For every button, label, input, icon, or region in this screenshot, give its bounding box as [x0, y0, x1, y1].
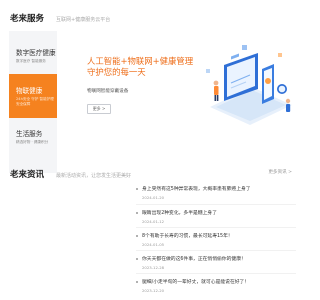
service-tab-life-service[interactable]: 生活服务 精选好物 · 健康积分	[9, 118, 57, 155]
service-tab-title: 物联健康	[16, 87, 43, 95]
service-tab-desc: 24h安全 守护 智能护理 安全保障	[16, 97, 54, 106]
news-item-date: 2024-01-20	[142, 195, 165, 200]
feature-headline-line-1: 人工智能+物联网+健康管理	[87, 56, 194, 66]
news-item-date: 2024-01-05	[142, 242, 165, 247]
service-tab-desc: 精选好物 · 健康积分	[16, 140, 49, 144]
service-tab-title: 生活服务	[16, 130, 43, 138]
iot-illustration	[206, 45, 292, 125]
news-item-date: 2023-12-20	[142, 288, 165, 293]
news-header: 老来资讯 最新活动资讯，让您发生活更美好 更多资讯 >	[10, 168, 292, 180]
feature-more-button[interactable]: 更多 >	[87, 104, 111, 114]
feature-headline-line-2: 守护您的每一天	[87, 67, 146, 77]
feature-tagline: 物联网智能穿戴设备	[87, 89, 129, 94]
services-subtitle: 互联网+健康服务云平台	[56, 17, 111, 23]
service-tab-iot-health[interactable]: 物联健康 24h安全 守护 智能护理 安全保障	[9, 74, 57, 118]
service-tab-desc: 数字医疗 智能服务	[16, 59, 46, 63]
news-item-date: 2023-12-28	[142, 265, 165, 270]
news-item[interactable]: 腿细/小走半旬的一辈好丈，就可心是能说在好了！ 2023-12-20	[136, 273, 296, 296]
bullet-dot-icon	[136, 211, 138, 214]
news-more-link[interactable]: 更多资讯 >	[268, 169, 292, 175]
news-item-title: 眼睛出现2种变化，多半是糖上身了	[142, 211, 218, 216]
bullet-dot-icon	[136, 187, 138, 190]
news-item[interactable]: 8个有助于长寿的习惯，最长可延寿15年！ 2024-01-05	[136, 227, 296, 250]
news-item-date: 2024-01-12	[142, 219, 165, 224]
bullet-dot-icon	[136, 257, 138, 260]
news-list: 身上突然有这5种异常表现，大概率患有肺癌上身了 2024-01-20 眼睛出现2…	[136, 181, 296, 296]
news-item[interactable]: 身上突然有这5种异常表现，大概率患有肺癌上身了 2024-01-20	[136, 181, 296, 204]
service-tab-digital-health[interactable]: 数字医疗健康 数字医疗 智能服务	[9, 37, 57, 74]
news-title: 老来资讯	[10, 170, 45, 180]
services-header: 老来服务 互联网+健康服务云平台	[10, 12, 110, 24]
services-title: 老来服务	[10, 14, 45, 24]
bullet-dot-icon	[136, 234, 138, 237]
service-tab-title: 数字医疗健康	[16, 49, 56, 57]
news-item-title: 身上突然有这5种异常表现，大概率患有肺癌上身了	[142, 187, 251, 192]
service-feature-panel: 人工智能+物联网+健康管理 守护您的每一天 物联网智能穿戴设备 更多 >	[57, 31, 292, 173]
feature-headline: 人工智能+物联网+健康管理 守护您的每一天	[87, 56, 207, 78]
news-item-title: 腿细/小走半旬的一辈好丈，就可心是能说在好了！	[142, 280, 250, 285]
services-tab-list: 数字医疗健康 数字医疗 智能服务 物联健康 24h安全 守护 智能护理 安全保障…	[9, 31, 57, 173]
news-item[interactable]: 你天天都在做的这6件事，正在悄悄偷你的健康！ 2023-12-28	[136, 250, 296, 273]
news-item-title: 你天天都在做的这6件事，正在悄悄偷你的健康！	[142, 257, 246, 262]
news-item-title: 8个有助于长寿的习惯，最长可延寿15年！	[142, 234, 233, 239]
news-subtitle: 最新活动资讯，让您发生活更美好	[56, 173, 132, 179]
bullet-dot-icon	[136, 280, 138, 283]
news-item[interactable]: 眼睛出现2种变化，多半是糖上身了 2024-01-12	[136, 204, 296, 227]
services-panel: 数字医疗健康 数字医疗 智能服务 物联健康 24h安全 守护 智能护理 安全保障…	[9, 31, 292, 173]
